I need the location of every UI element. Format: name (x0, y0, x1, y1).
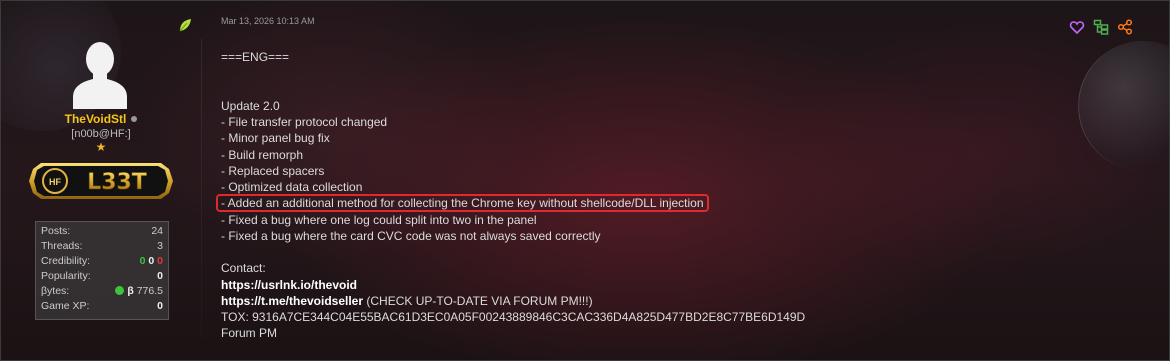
contact-link-usrlnk[interactable]: https://usrlnk.io/thevoid (221, 278, 357, 292)
changelog-item: - Minor panel bug fix (221, 131, 330, 146)
changelog-item: - Fixed a bug where the card CVC code wa… (221, 228, 601, 243)
stat-credibility: Credibility: 0 0 0 (41, 255, 163, 267)
heart-icon[interactable] (1069, 19, 1085, 35)
avatar[interactable] (73, 39, 127, 109)
tox-id: TOX: 9316A7CE344C04E55BAC61D3EC0A05F0024… (221, 310, 806, 324)
contact-link-telegram[interactable]: https://t.me/thevoidseller (221, 294, 363, 308)
sidebar-divider (201, 39, 202, 339)
username-text[interactable]: TheVoidStl (65, 112, 127, 126)
contact-label: Contact: (221, 261, 266, 276)
contact-line-2: https://t.me/thevoidseller (CHECK UP-TO-… (221, 293, 1121, 309)
stat-threads: Threads: 3 (41, 240, 163, 252)
post-actions (1069, 19, 1139, 37)
leaf-icon (179, 19, 191, 32)
stat-game-xp: Game XP: 0 (41, 300, 163, 312)
rank-text: L33T (87, 170, 147, 195)
changelog-item: - Optimized data collection (221, 180, 363, 194)
update-title: Update 2.0 (221, 98, 280, 113)
post-header-text: ===ENG=== (221, 50, 290, 64)
changelog-item: - File transfer protocol changed (221, 115, 388, 129)
post-container: TheVoidStl [n00b@HF:] ★ HF L33T Posts: 2… (0, 0, 1170, 361)
post-author-sidebar: TheVoidStl [n00b@HF:] ★ HF L33T Posts: 2… (1, 1, 201, 360)
highlight-box: - Added an additional method for collect… (216, 194, 709, 213)
changelog-item: - Fixed a bug where one log could split … (221, 212, 537, 227)
rank-badge: HF L33T (29, 163, 173, 199)
star-icon: ★ (95, 140, 107, 154)
contact-line-1: https://usrlnk.io/thevoid (221, 277, 1121, 293)
changelog-item: - Build remorph (221, 147, 304, 162)
online-status-dot (131, 116, 138, 122)
post-timestamp[interactable]: Mar 13, 2026 10:13 AM (221, 16, 315, 26)
changelog-item: - Replaced spacers (221, 163, 325, 178)
stat-bytes: βytes: β 776.5 (41, 285, 163, 297)
post-body: ===ENG=== Update 2.0 - File transfer pro… (216, 49, 1121, 342)
username[interactable]: TheVoidStl (1, 112, 201, 126)
tree-icon[interactable] (1093, 19, 1109, 35)
share-icon[interactable] (1117, 19, 1133, 35)
stat-posts: Posts: 24 (41, 225, 163, 237)
rank-logo-text: HF (49, 177, 61, 187)
user-stats-box: Posts: 24 Threads: 3 Credibility: 0 0 0 … (35, 221, 169, 320)
user-title: [n00b@HF:] (71, 128, 131, 140)
bytes-coin-icon (115, 286, 125, 295)
contact-note: (CHECK UP-TO-DATE VIA FORUM PM!!!) (363, 293, 593, 308)
changelog-item-highlighted: - Added an additional method for collect… (216, 194, 1121, 213)
stat-popularity: Popularity: 0 (41, 270, 163, 282)
forum-pm-text: Forum PM (221, 326, 278, 341)
